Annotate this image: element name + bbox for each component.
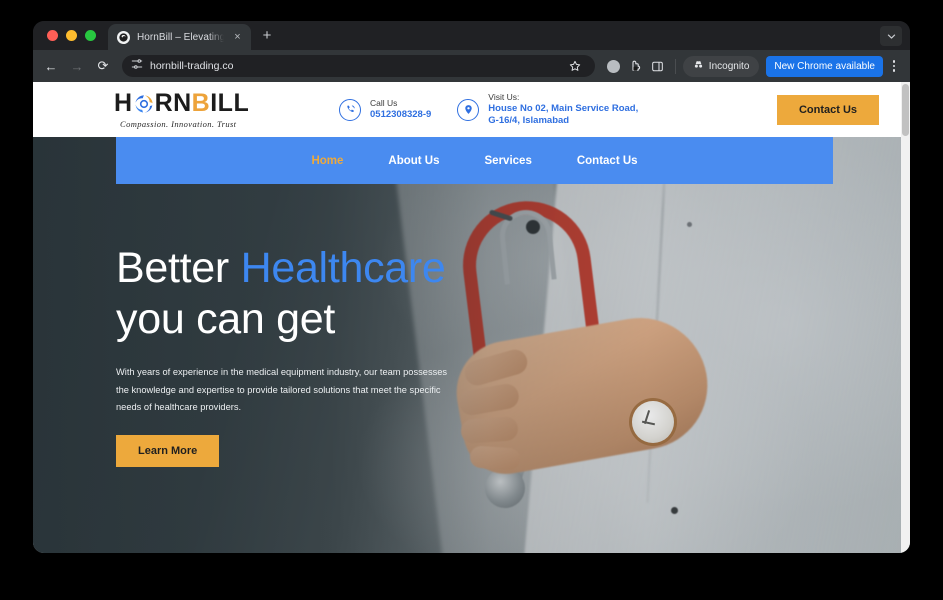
hero-heading-line2: you can get: [116, 294, 336, 343]
logo-tagline: Compassion. Innovation. Trust: [120, 118, 237, 129]
hornbill-favicon-icon: [117, 30, 130, 44]
hornbill-swirl-icon: [134, 94, 154, 114]
incognito-indicator[interactable]: Incognito: [682, 55, 760, 77]
nav-item-contact-us[interactable]: Contact Us: [577, 155, 638, 167]
toolbar-divider: [674, 58, 676, 74]
browser-window: HornBill – Elevating Healthca × + ← → ⟳ …: [33, 21, 910, 553]
location-pin-icon: [457, 98, 480, 121]
reload-button[interactable]: ⟳: [91, 54, 115, 78]
logo-wordmark: H RN B ILL: [114, 88, 250, 117]
hero-heading-highlight: Healthcare: [240, 244, 446, 292]
contact-phone-label: Call Us: [370, 98, 398, 109]
logo-text-ill: ILL: [210, 88, 250, 117]
contact-address-value: House No 02, Main Service Road, G-16/4, …: [488, 102, 639, 126]
chevron-down-icon: [887, 33, 895, 39]
chrome-update-button[interactable]: New Chrome available: [766, 55, 883, 77]
tune-icon[interactable]: [131, 57, 143, 75]
scrollbar-thumb[interactable]: [902, 84, 909, 136]
tab-strip: HornBill – Elevating Healthca × +: [33, 21, 910, 50]
split-screen-icon[interactable]: [648, 56, 668, 76]
hero-learn-more-button[interactable]: Learn More: [116, 435, 220, 468]
site-logo[interactable]: H RN B ILL Compassion. Innovation. Trust: [33, 88, 333, 129]
main-navigation: Home About Us Services Contact Us: [116, 137, 833, 184]
tab-search-button[interactable]: [880, 26, 902, 46]
hero-section: Home About Us Services Contact Us Better…: [33, 137, 910, 553]
contact-phone[interactable]: Call Us 0512308328-9: [339, 98, 431, 121]
logo-text-rn: RN: [154, 88, 192, 117]
close-window-button[interactable]: [47, 30, 58, 41]
extension-icon[interactable]: [626, 56, 646, 76]
maximize-window-button[interactable]: [85, 30, 96, 41]
hero-paragraph: With years of experience in the medical …: [116, 367, 448, 412]
new-tab-button[interactable]: +: [256, 24, 278, 50]
nav-item-home[interactable]: Home: [311, 155, 343, 167]
header-contact-group: Call Us 0512308328-9 Visit Us: House No …: [333, 92, 777, 126]
incognito-hat-icon: [693, 59, 704, 73]
page-viewport: H RN B ILL Compassion. Innovation. Trust…: [33, 82, 910, 553]
forward-button[interactable]: →: [65, 54, 89, 78]
hero-heading: Better Healthcare you can get: [116, 243, 536, 344]
logo-text-b: B: [191, 88, 211, 117]
browser-tab[interactable]: HornBill – Elevating Healthca ×: [108, 24, 251, 50]
phone-icon: [339, 98, 361, 121]
address-bar[interactable]: hornbill-trading.co: [122, 55, 595, 77]
tab-title: HornBill – Elevating Healthca: [137, 31, 224, 43]
browser-menu-button[interactable]: [886, 55, 902, 77]
contact-address-label: Visit Us:: [488, 92, 520, 103]
contact-address[interactable]: Visit Us: House No 02, Main Service Road…: [457, 92, 638, 126]
nav-item-services[interactable]: Services: [485, 155, 532, 167]
minimize-window-button[interactable]: [66, 30, 77, 41]
close-tab-button[interactable]: ×: [231, 31, 244, 44]
hero-heading-plain: Better: [116, 244, 241, 292]
header-contact-us-button[interactable]: Contact Us: [776, 94, 879, 125]
window-traffic-lights: [43, 21, 108, 50]
browser-toolbar: ← → ⟳ hornbill-trading.co Incognito New …: [33, 50, 910, 82]
page-scrollbar[interactable]: [901, 82, 910, 553]
back-button[interactable]: ←: [39, 54, 63, 78]
nav-item-about-us[interactable]: About Us: [388, 155, 439, 167]
incognito-label: Incognito: [708, 60, 750, 72]
logo-text-h: H: [114, 88, 133, 117]
star-icon[interactable]: [565, 56, 585, 76]
contact-phone-value: 0512308328-9: [370, 108, 432, 120]
profile-avatar-icon[interactable]: [604, 56, 624, 76]
site-header: H RN B ILL Compassion. Innovation. Trust…: [33, 82, 910, 137]
url-text: hornbill-trading.co: [150, 60, 234, 72]
hero-content: Better Healthcare you can get With years…: [116, 243, 536, 468]
